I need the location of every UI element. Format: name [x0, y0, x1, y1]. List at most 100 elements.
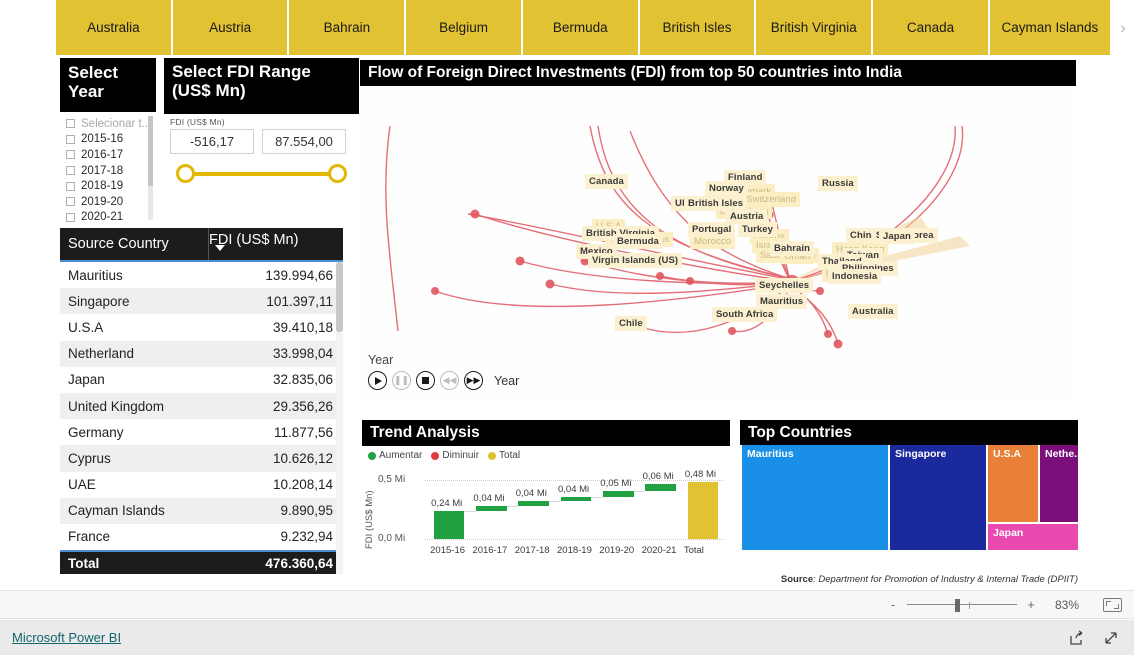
table-total-row: Total 476.360,64: [60, 550, 343, 575]
fdi-slider-max-handle[interactable]: [328, 164, 347, 183]
play-button[interactable]: [368, 371, 387, 390]
treemap-cell-usa[interactable]: U.S.A: [988, 445, 1038, 522]
total-value: 476.360,64: [265, 555, 333, 571]
waterfall-bar[interactable]: [518, 501, 549, 506]
year-item-2017-18[interactable]: 2017-18: [62, 163, 156, 179]
map-label: Indonesia: [828, 269, 882, 284]
country-tab-australia[interactable]: Australia: [56, 0, 171, 55]
fdi-max-input[interactable]: [262, 129, 346, 154]
table-row[interactable]: Singapore 101.397,11: [60, 288, 343, 315]
chevron-right-icon[interactable]: ›: [1111, 0, 1134, 55]
checkbox-icon[interactable]: [66, 150, 75, 160]
waterfall-plot[interactable]: FDI (US$ Mn) 0,5 Mi 0,0 Mi 0,24 Mi 0,04 M…: [362, 461, 730, 566]
fullscreen-icon[interactable]: [1100, 627, 1122, 649]
waterfall-connector: [506, 505, 519, 507]
treemap-cell-mauritius[interactable]: Mauritius: [742, 445, 888, 550]
table-row[interactable]: Netherland 33.998,04: [60, 340, 343, 367]
treemap-cell-netherland[interactable]: Nethe...: [1040, 445, 1078, 522]
table-row[interactable]: France 9.232,94: [60, 524, 343, 550]
next-frame-button[interactable]: ▶▶: [464, 371, 483, 390]
fdi-range-slider[interactable]: [176, 163, 347, 185]
fit-to-screen-icon[interactable]: [1103, 597, 1122, 612]
year-list-scrollbar[interactable]: [148, 116, 153, 220]
fdi-slider-min-handle[interactable]: [176, 164, 195, 183]
zoom-slider[interactable]: [907, 598, 1017, 612]
year-item-2019-20[interactable]: 2019-20: [62, 194, 156, 210]
waterfall-data-label: 0,06 Mi: [642, 470, 674, 482]
waterfall-connector: [548, 501, 561, 503]
waterfall-bar[interactable]: [560, 496, 592, 502]
country-tab-bermuda[interactable]: Bermuda: [522, 0, 638, 55]
powerbi-brand-link[interactable]: Microsoft Power BI: [12, 630, 121, 645]
column-header-fdi[interactable]: FDI (US$ Mn): [208, 228, 343, 260]
select-fdi-range-title: Select FDI Range (US$ Mn): [164, 58, 359, 114]
table-row[interactable]: U.S.A 39.410,18: [60, 314, 343, 340]
table-scrollbar[interactable]: [336, 262, 343, 574]
year-item-label: 2016-17: [81, 148, 124, 161]
cell-fdi: 33.998,04: [272, 346, 333, 362]
year-item-2016-17[interactable]: 2016-17: [62, 147, 156, 163]
year-item-2015-16[interactable]: 2015-16: [62, 132, 156, 148]
zoom-in-button[interactable]: +: [1025, 597, 1037, 612]
year-item-label: 2020-21: [81, 211, 124, 224]
waterfall-x-label: 2016-17: [472, 545, 508, 556]
waterfall-bar[interactable]: [603, 490, 634, 497]
cell-country: U.S.A: [68, 319, 104, 335]
legend-item-increase[interactable]: Aumentar: [368, 450, 422, 461]
fdi-field-label: FDI (US$ Mn): [170, 117, 225, 127]
trend-legend: Aumentar Diminuir Total: [362, 446, 730, 461]
select-year-slicer: Select Year Selecionar t... 2015-16 2016…: [60, 58, 156, 224]
column-header-source-country[interactable]: Source Country: [60, 228, 208, 260]
table-row[interactable]: UAE 10.208,14: [60, 472, 343, 498]
gridline-bottom: [425, 539, 724, 540]
treemap-plot[interactable]: Mauritius Singapore U.S.A Nethe... Japan: [740, 445, 1078, 550]
share-icon[interactable]: [1066, 627, 1088, 649]
country-tab-austria[interactable]: Austria: [172, 0, 288, 55]
checkbox-icon[interactable]: [66, 212, 75, 222]
country-tab-canada[interactable]: Canada: [873, 0, 988, 55]
waterfall-bar[interactable]: [645, 483, 676, 491]
waterfall-x-label: 2018-19: [557, 545, 592, 556]
cell-fdi: 39.410,18: [272, 319, 333, 335]
checkbox-icon[interactable]: [66, 119, 75, 129]
legend-label: Total: [499, 450, 521, 461]
previous-frame-button[interactable]: ◀◀: [440, 371, 459, 390]
country-tab-british-isles[interactable]: British Isles: [639, 0, 755, 55]
table-row[interactable]: Cyprus 10.626,12: [60, 445, 343, 472]
waterfall-x-label: 2020-21: [641, 545, 677, 556]
country-tab-british-virginia[interactable]: British Virginia: [756, 0, 872, 55]
waterfall-data-label: 0,04 Mi: [558, 483, 590, 495]
legend-item-decrease[interactable]: Diminuir: [431, 450, 479, 461]
stop-button[interactable]: [416, 371, 435, 390]
table-row[interactable]: Cayman Islands 9.890,95: [60, 497, 343, 524]
cell-country: Cyprus: [68, 450, 111, 466]
treemap-cell-japan[interactable]: Japan: [988, 524, 1078, 550]
waterfall-bar[interactable]: [476, 505, 507, 511]
waterfall-bar[interactable]: [433, 510, 465, 539]
waterfall-bar[interactable]: [687, 482, 719, 539]
checkbox-icon[interactable]: [66, 134, 75, 144]
checkbox-icon[interactable]: [66, 181, 75, 191]
checkbox-icon[interactable]: [66, 197, 75, 207]
year-item-2018-19[interactable]: 2018-19: [62, 178, 156, 194]
year-item-select-all[interactable]: Selecionar t...: [62, 116, 156, 132]
fdi-min-input[interactable]: [170, 129, 254, 154]
year-item-2020-21[interactable]: 2020-21: [62, 210, 156, 224]
pause-button[interactable]: ❚❚: [392, 371, 411, 390]
cell-country: United Kingdom: [68, 398, 165, 414]
zoom-slider-handle[interactable]: [955, 598, 960, 612]
checkbox-icon[interactable]: [66, 166, 75, 176]
zoom-out-button[interactable]: -: [887, 597, 899, 612]
cell-country: UAE: [68, 477, 96, 493]
legend-item-total[interactable]: Total: [488, 450, 520, 461]
country-tab-bar: Australia Austria Bahrain Belgium Bermud…: [56, 0, 1134, 55]
table-row[interactable]: Germany 11.877,56: [60, 419, 343, 445]
table-row[interactable]: Mauritius 139.994,66: [60, 262, 343, 288]
treemap-cell-singapore[interactable]: Singapore: [890, 445, 986, 550]
table-row[interactable]: Japan 32.835,06: [60, 367, 343, 393]
country-tab-bahrain[interactable]: Bahrain: [289, 0, 405, 55]
map-label: South Africa: [712, 307, 778, 322]
table-row[interactable]: United Kingdom 29.356,26: [60, 392, 343, 420]
country-tab-cayman-islands[interactable]: Cayman Islands: [989, 0, 1110, 55]
country-tab-belgium[interactable]: Belgium: [406, 0, 521, 55]
